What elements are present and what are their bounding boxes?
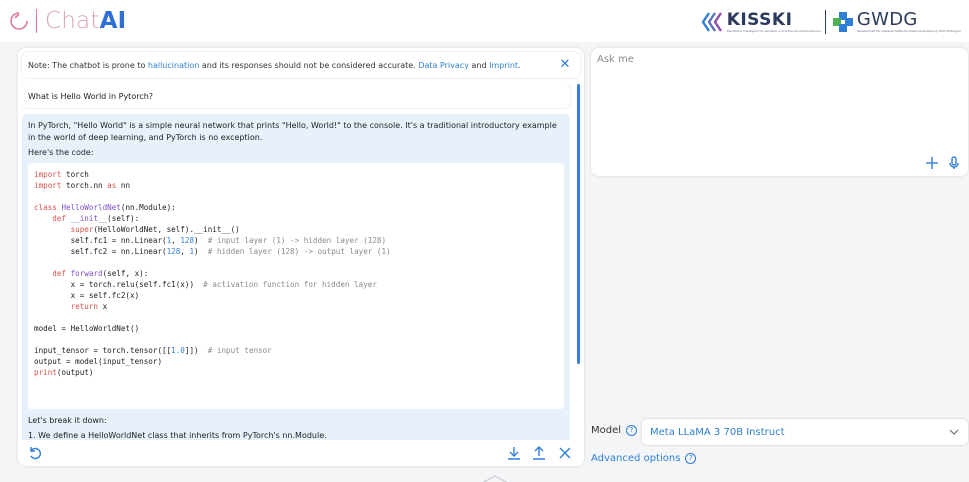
model-selected-value: Meta LLaMA 3 70B Instruct: [650, 426, 785, 438]
notice-prefix: Note: The chatbot is prone to: [28, 60, 146, 70]
model-select[interactable]: Meta LLaMA 3 70B Instruct: [642, 419, 968, 445]
assistant-message: In PyTorch, "Hello World" is a simple ne…: [22, 114, 570, 440]
plus-icon[interactable]: [923, 154, 941, 172]
chevron-down-icon: [949, 429, 959, 435]
reset-icon[interactable]: [26, 444, 44, 462]
advanced-options-link[interactable]: Advanced options ?: [591, 453, 697, 464]
conversation-scrollbar[interactable]: [577, 84, 580, 364]
assistant-breakdown: Let's break it down:: [28, 416, 107, 425]
disclaimer-notice: Note: The chatbot is prone to hallucinat…: [22, 52, 580, 78]
hallucination-link[interactable]: hallucination: [148, 61, 199, 70]
kisski-subtitle: Künstliche Intelligenz für sensible und …: [726, 29, 821, 33]
clear-icon[interactable]: [556, 444, 574, 462]
chat-panel: Note: The chatbot is prone to hallucinat…: [18, 48, 584, 466]
assistant-intro: In PyTorch, "Hello World" is a simple ne…: [28, 121, 557, 142]
upload-icon[interactable]: [530, 444, 548, 462]
notice-middle: and its responses should not be consider…: [201, 60, 416, 70]
chevron-up-icon[interactable]: [480, 474, 510, 482]
code-block[interactable]: import torch import torch.nn as nn class…: [28, 163, 564, 409]
help-icon[interactable]: ?: [626, 425, 638, 436]
model-label-text: Model: [591, 425, 622, 436]
microphone-icon[interactable]: [945, 154, 963, 172]
download-icon[interactable]: [505, 444, 523, 462]
kisski-mark-icon: [701, 12, 722, 32]
assistant-here: Here's the code:: [28, 148, 94, 157]
data-privacy-link[interactable]: Data Privacy: [418, 61, 469, 70]
partner-divider: [824, 10, 826, 34]
partner-logos: KISSKI Künstliche Intelligenz für sensib…: [701, 7, 961, 37]
ask-input[interactable]: [597, 54, 957, 144]
imprint-link[interactable]: Imprint: [489, 61, 518, 70]
brand-ai: AI: [99, 8, 127, 34]
gwdg-logo[interactable]: GWDG Gesellschaft für wissenschaftliche …: [832, 11, 961, 33]
chat-logo-icon: [10, 12, 28, 30]
gwdg-subtitle: Gesellschaft für wissenschaftliche Daten…: [856, 29, 961, 33]
advanced-help-icon[interactable]: ?: [685, 453, 697, 464]
assistant-cut-line: 1. We define a HelloWorldNet class that …: [28, 431, 327, 440]
advanced-options-label: Advanced options: [591, 453, 681, 464]
user-message: What is Hello World in Pytorch?: [22, 84, 570, 108]
notice-and: and: [471, 60, 487, 70]
brand-name: ChatAI: [45, 8, 127, 34]
chat-footer: [18, 440, 584, 466]
gwdg-mark-icon: [832, 12, 853, 32]
brand[interactable]: ChatAI: [8, 6, 126, 36]
brand-divider: [36, 9, 37, 33]
header: ChatAI KISSKI Künstliche Intelligenz für…: [0, 0, 969, 42]
kisski-name: KISSKI: [726, 10, 793, 30]
kisski-logo[interactable]: KISSKI Künstliche Intelligenz für sensib…: [701, 7, 821, 37]
notice-suffix: .: [518, 60, 521, 70]
gwdg-name: GWDG: [856, 9, 918, 30]
close-icon[interactable]: ✕: [558, 58, 572, 72]
conversation-scroll[interactable]: What is Hello World in Pytorch? In PyTor…: [22, 84, 580, 440]
model-label: Model ?: [591, 425, 638, 436]
input-panel: [591, 48, 968, 176]
